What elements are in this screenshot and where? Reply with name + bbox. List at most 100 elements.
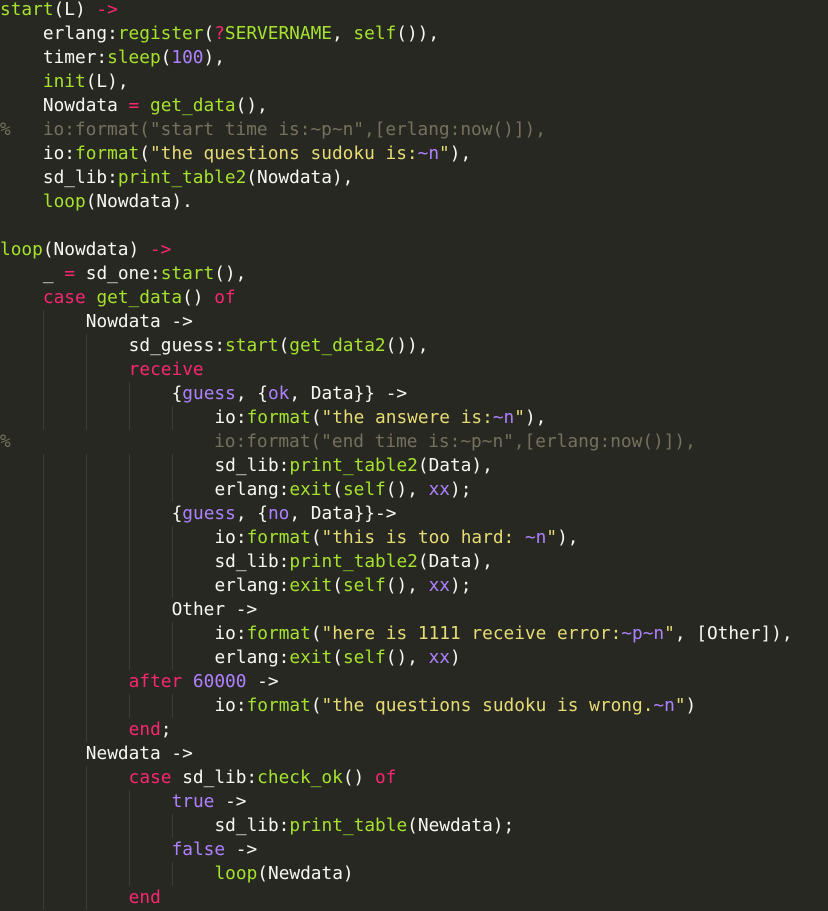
code-text: (),	[385, 479, 429, 500]
code-line[interactable]: erlang:exit(self(), xx)	[0, 646, 828, 670]
code-line[interactable]: end;	[0, 718, 828, 742]
indent-guide	[129, 838, 172, 862]
escape-token: ~n	[417, 143, 440, 164]
code-line[interactable]: {guess, {ok, Data}} ->	[0, 382, 828, 406]
code-text: ->	[214, 791, 247, 812]
code-line[interactable]: init(L),	[0, 70, 828, 94]
code-text: ;	[160, 719, 172, 740]
function-token: start	[0, 0, 54, 20]
indent-guide	[43, 718, 86, 742]
function-token: format	[246, 527, 311, 548]
code-line[interactable]: erlang:exit(self(), xx);	[0, 478, 828, 502]
indent-guide	[0, 574, 43, 598]
code-text: ,	[331, 23, 354, 44]
indent-guide	[86, 526, 129, 550]
indent-guide	[43, 310, 86, 334]
code-line[interactable]: sd_lib:print_table2(Data),	[0, 550, 828, 574]
indent-guide	[0, 334, 43, 358]
code-text: (Data),	[417, 455, 493, 476]
code-text: erlang:	[42, 23, 118, 44]
code-line[interactable]: timer:sleep(100),	[0, 46, 828, 70]
code-text: (),	[235, 95, 268, 116]
indent-guide	[0, 550, 43, 574]
indent-guide	[86, 718, 129, 742]
code-line[interactable]: loop(Nowdata).	[0, 190, 828, 214]
indent-guide	[172, 694, 215, 718]
code-line[interactable]	[0, 214, 828, 238]
code-line[interactable]: % io:format("start time is:~p~n",[erlang…	[0, 118, 828, 142]
code-text: (	[310, 407, 322, 428]
code-line[interactable]: io:format("the questions sudoku is:~n"),	[0, 142, 828, 166]
code-text: );	[450, 479, 472, 500]
code-text: (	[278, 335, 290, 356]
code-text: sd_lib:	[214, 815, 290, 836]
function-token: init	[42, 71, 86, 92]
code-line[interactable]: Nowdata ->	[0, 310, 828, 334]
code-line[interactable]: sd_lib:print_table(Newdata);	[0, 814, 828, 838]
code-line[interactable]: Newdata ->	[0, 742, 828, 766]
indent-guide	[129, 646, 172, 670]
code-text: , [Other]),	[674, 623, 793, 644]
escape-token: ~n	[524, 527, 547, 548]
code-line[interactable]: % io:format("end time is:~p~n",[erlang:n…	[0, 430, 828, 454]
code-line[interactable]: loop(Nowdata) ->	[0, 238, 828, 262]
function-token: format	[246, 407, 311, 428]
code-text: Other ->	[171, 599, 258, 620]
code-line[interactable]: _ = sd_one:start(),	[0, 262, 828, 286]
code-line[interactable]: Other ->	[0, 598, 828, 622]
code-line[interactable]: case get_data() of	[0, 286, 828, 310]
code-line[interactable]: after 60000 ->	[0, 670, 828, 694]
code-text: (	[332, 479, 343, 500]
code-editor[interactable]: start(L) -> erlang:register(?SERVERNAME, …	[0, 0, 828, 910]
code-text: (	[160, 47, 172, 68]
code-line[interactable]: io:format("the answere is:~n"),	[0, 406, 828, 430]
indent-guide	[0, 598, 43, 622]
indent-guide	[43, 406, 86, 430]
code-line[interactable]: Nowdata = get_data(),	[0, 94, 828, 118]
keyword-token: receive	[128, 359, 204, 380]
escape-token: ~p~n	[621, 623, 665, 644]
indent-guide	[86, 790, 129, 814]
code-line[interactable]: io:format("here is 1111 receive error:~p…	[0, 622, 828, 646]
code-text: erlang:	[214, 647, 290, 668]
code-line[interactable]: io:format("this is too hard: ~n"),	[0, 526, 828, 550]
code-text: ()),	[385, 335, 429, 356]
code-line[interactable]: receive	[0, 358, 828, 382]
string-token: "this is too hard:	[321, 527, 525, 548]
code-line[interactable]: sd_lib:print_table2(Data),	[0, 454, 828, 478]
indent-guide	[0, 622, 43, 646]
code-line[interactable]: io:format("the questions sudoku is wrong…	[0, 694, 828, 718]
indent-guide	[129, 598, 172, 622]
code-text: Newdata ->	[85, 743, 193, 764]
string-token: "the answere is:	[321, 407, 493, 428]
indent-guide	[43, 742, 86, 766]
indent-guide	[0, 694, 43, 718]
indent-guide	[86, 694, 129, 718]
indent-guide	[86, 766, 129, 790]
code-line[interactable]: erlang:register(?SERVERNAME, self()),	[0, 22, 828, 46]
code-line[interactable]: erlang:exit(self(), xx);	[0, 574, 828, 598]
code-line[interactable]: {guess, {no, Data}}->	[0, 502, 828, 526]
code-text: io:	[214, 695, 247, 716]
code-line[interactable]: start(L) ->	[0, 0, 828, 22]
code-line[interactable]: true ->	[0, 790, 828, 814]
indent-guide	[43, 814, 86, 838]
indent-guide	[86, 478, 129, 502]
code-line[interactable]: case sd_lib:check_ok() of	[0, 766, 828, 790]
code-line[interactable]: false ->	[0, 838, 828, 862]
indent-guide	[43, 838, 86, 862]
keyword-token: of	[214, 287, 236, 308]
function-token: print_table2	[289, 455, 418, 476]
code-line[interactable]: loop(Newdata)	[0, 862, 828, 886]
indent-guide	[0, 838, 43, 862]
code-text: {	[171, 383, 183, 404]
function-token: start	[160, 263, 215, 284]
code-line[interactable]: sd_guess:start(get_data2()),	[0, 334, 828, 358]
code-text: , {	[235, 503, 268, 524]
code-line[interactable]: sd_lib:print_table2(Nowdata),	[0, 166, 828, 190]
code-text: Nowdata	[42, 95, 129, 116]
code-line[interactable]: end	[0, 886, 828, 910]
string-token: "	[546, 527, 558, 548]
